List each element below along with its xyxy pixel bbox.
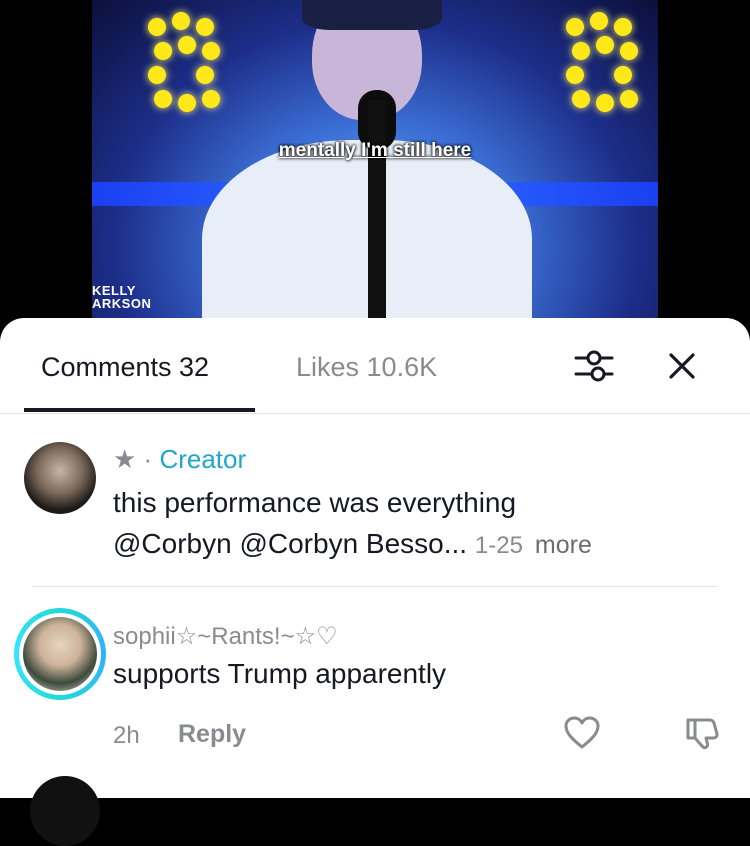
stage-lights-right: [562, 10, 642, 120]
comment-text: supports Trump apparently: [113, 658, 447, 689]
comment-username[interactable]: sophii☆~Rants!~☆♡: [113, 622, 338, 651]
comments-sheet: Comments 32 Likes 10.6K ★ · Creator this…: [0, 318, 750, 846]
comment-username[interactable]: ★: [113, 444, 136, 474]
avatar: [19, 613, 101, 695]
dislike-icon[interactable]: [684, 714, 720, 750]
tab-bar: Comments 32 Likes 10.6K: [0, 318, 750, 414]
close-icon[interactable]: [666, 350, 698, 382]
show-logo: KELLY ARKSON: [92, 283, 152, 311]
heart-icon[interactable]: [564, 716, 600, 750]
video-caption: mentally I'm still here: [278, 140, 472, 161]
avatar[interactable]: [30, 776, 100, 846]
mic-stand: [368, 100, 386, 330]
comment-date: 1-25: [474, 532, 523, 559]
tab-comments[interactable]: Comments 32: [41, 352, 209, 383]
video-player[interactable]: mentally I'm still here KELLY ARKSON: [0, 0, 750, 330]
reply-button[interactable]: Reply: [178, 720, 246, 749]
performer: [202, 0, 532, 330]
tab-likes[interactable]: Likes 10.6K: [296, 352, 437, 383]
divider: [32, 586, 718, 587]
avatar-story-ring[interactable]: [14, 608, 106, 700]
comment-header: ★ · Creator: [113, 444, 247, 474]
comment-time: 2h: [113, 722, 140, 749]
tab-selected-indicator: [24, 408, 255, 412]
avatar[interactable]: [24, 442, 96, 514]
creator-badge: Creator: [159, 444, 247, 474]
video-frame: [92, 0, 658, 330]
stage-lights-left: [144, 10, 224, 120]
more-link[interactable]: more: [535, 531, 592, 559]
comment-text: this performance was everything @Corbyn …: [113, 487, 592, 559]
filter-sliders-icon[interactable]: [574, 348, 614, 384]
